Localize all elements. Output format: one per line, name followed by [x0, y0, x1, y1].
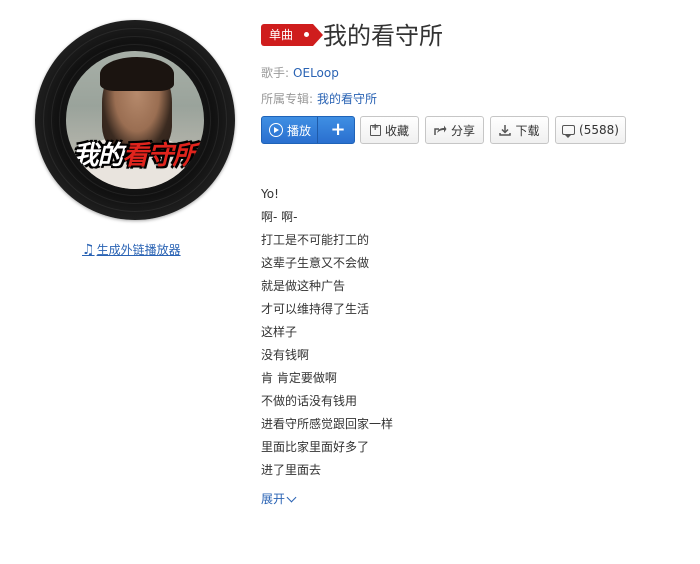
favorite-button[interactable]: 收藏 — [360, 116, 419, 144]
lyric-line: 才可以维持得了生活 — [261, 302, 370, 316]
share-button[interactable]: 分享 — [425, 116, 484, 144]
play-icon — [269, 123, 283, 137]
cover-figure-hair — [100, 57, 174, 91]
artist-label: 歌手: — [261, 66, 290, 80]
chevron-down-icon — [286, 492, 297, 503]
download-icon — [499, 125, 512, 136]
single-badge-label: 单曲 — [269, 28, 294, 42]
cover-title-text: 我的看守所 — [72, 141, 198, 171]
play-label: 播放 — [287, 123, 312, 138]
lyric-line: Yo! — [261, 187, 279, 201]
song-page: 我的看守所 ♫ 生成外链播放器 单曲 我的看守所 歌手: OELoop 所属专辑: 我… — [0, 0, 700, 564]
album-disc[interactable]: 我的看守所 — [35, 20, 235, 220]
expand-label: 展开 — [261, 492, 286, 506]
comments-button[interactable]: (5588) — [555, 116, 626, 144]
favorite-label: 收藏 — [384, 123, 409, 138]
comment-icon — [562, 125, 576, 138]
artist-link[interactable]: OELoop — [293, 66, 339, 80]
single-badge: 单曲 — [261, 24, 324, 46]
song-title: 我的看守所 — [323, 22, 443, 50]
album-label: 所属专辑: — [261, 92, 314, 106]
play-button[interactable]: 播放 — [262, 117, 319, 143]
lyric-line: 这辈子生意又不会做 — [261, 256, 370, 270]
external-player-link[interactable]: ♫ 生成外链播放器 — [82, 241, 181, 258]
album-link[interactable]: 我的看守所 — [317, 92, 377, 106]
lyric-line: 这样子 — [261, 325, 298, 339]
download-button[interactable]: 下载 — [490, 116, 549, 144]
music-note-icon: ♫ — [82, 242, 95, 258]
lyrics-list: Yo! 啊- 啊- 打工是不可能打工的 这辈子生意又不会做 就是做这种广告 才可… — [261, 185, 393, 484]
lyric-line: 就是做这种广告 — [261, 279, 346, 293]
play-button-group: 播放 + — [261, 116, 355, 144]
badge-dot — [304, 32, 310, 37]
share-icon — [434, 125, 447, 135]
lyric-line: 不做的话没有钱用 — [261, 394, 358, 408]
lyric-line: 没有钱啊 — [261, 348, 310, 362]
artist-row: 歌手: OELoop — [261, 64, 339, 81]
lyric-line: 进了里面去 — [261, 463, 322, 477]
lyric-line: 里面比家里面好多了 — [261, 440, 370, 454]
album-cover: 我的看守所 — [66, 51, 204, 189]
add-to-playlist-button[interactable]: + — [322, 117, 354, 143]
favorite-icon — [369, 123, 381, 136]
album-row: 所属专辑: 我的看守所 — [261, 90, 377, 107]
lyric-line: 打工是不可能打工的 — [261, 233, 370, 247]
lyric-line: 肯 肯定要做啊 — [261, 371, 337, 385]
share-label: 分享 — [450, 123, 475, 138]
lyric-line: 进看守所感觉跟回家一样 — [261, 417, 394, 431]
comment-count: (5588) — [579, 123, 619, 137]
lyric-line: 啊- 啊- — [261, 210, 298, 224]
expand-lyrics-button[interactable]: 展开 — [261, 490, 297, 507]
external-player-label: 生成外链播放器 — [96, 243, 181, 257]
download-label: 下载 — [515, 123, 540, 138]
